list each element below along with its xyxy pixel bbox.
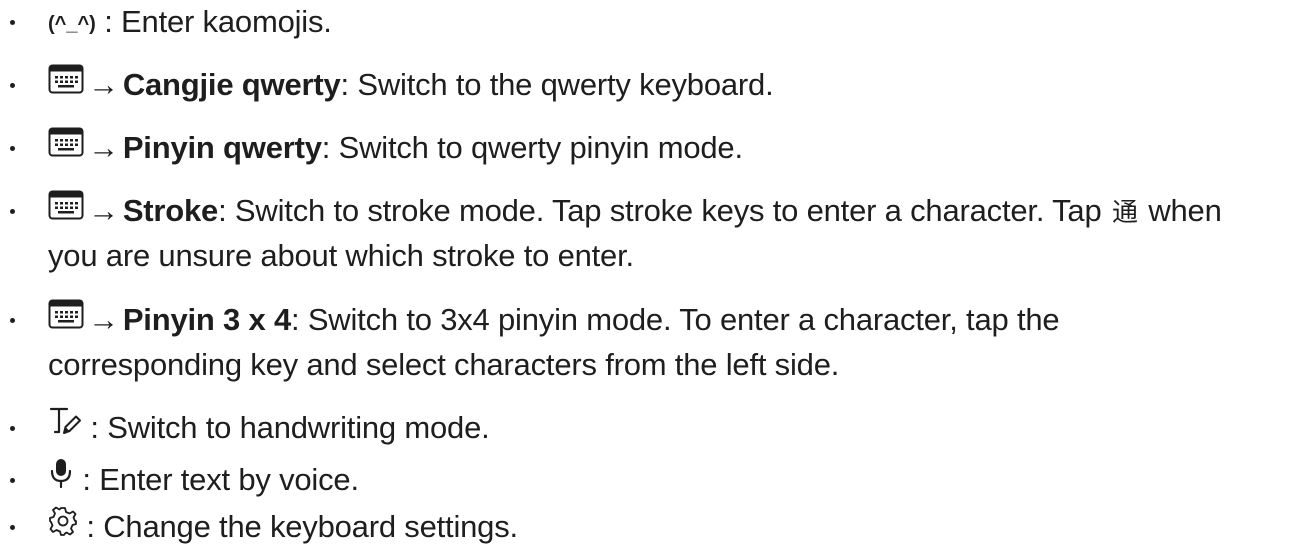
option-name: Pinyin 3 x 4 — [122, 302, 291, 337]
microphone-icon — [48, 457, 74, 500]
arrow: → — [88, 130, 119, 165]
option-name: Cangjie qwerty — [122, 67, 341, 102]
item-description: : Enter kaomojis. — [95, 4, 332, 39]
arrow: → — [88, 302, 119, 337]
list-item-handwriting: : Switch to handwriting mode. — [0, 407, 490, 451]
option-name: Stroke — [122, 193, 219, 228]
bullet — [10, 20, 15, 25]
list-item-pinyin-3x4: → Pinyin 3 x 4: Switch to 3x4 pinyin mode… — [0, 298, 1060, 343]
item-description: : Switch to qwerty pinyin mode. — [321, 130, 743, 165]
list-item-stroke-continued: you are unsure about which stroke to ent… — [0, 235, 634, 277]
item-description: : Switch to the qwerty keyboard. — [340, 67, 774, 102]
bullet — [10, 209, 15, 214]
list-item-stroke: → Stroke: Switch to stroke mode. Tap stro… — [0, 190, 1222, 234]
keyboard-icon — [48, 126, 84, 168]
tong-key-character: 通 — [1112, 198, 1138, 228]
bullet — [10, 146, 15, 151]
item-description: : Change the keyboard settings. — [78, 509, 518, 544]
option-name: Pinyin qwerty — [122, 130, 322, 165]
handwriting-icon — [48, 405, 82, 448]
arrow: → — [88, 67, 119, 102]
keyboard-icon — [48, 63, 84, 105]
keyboard-icon — [48, 189, 84, 231]
item-description: : Enter text by voice. — [74, 462, 359, 497]
bullet — [10, 426, 15, 431]
item-description-continued: corresponding key and select characters … — [48, 347, 840, 382]
item-description: : Switch to stroke mode. Tap stroke keys… — [218, 193, 1110, 228]
list-item-cangjie-qwerty: → Cangjie qwerty: Switch to the qwerty ke… — [0, 64, 774, 108]
bullet — [10, 525, 15, 530]
kaomoji-icon: (^_^) — [48, 13, 96, 35]
item-description: : Switch to handwriting mode. — [82, 410, 490, 445]
list-item-settings: : Change the keyboard settings. — [0, 506, 518, 550]
bullet — [10, 83, 15, 88]
list-item-kaomoji: (^_^) : Enter kaomojis. — [0, 1, 332, 47]
gear-icon — [48, 505, 78, 547]
item-description: : Switch to 3x4 pinyin mode. To enter a … — [291, 302, 1060, 337]
item-description-continued: you are unsure about which stroke to ent… — [48, 238, 634, 273]
item-description-end: when — [1139, 193, 1222, 228]
list-item-pinyin-3x4-continued: corresponding key and select characters … — [0, 344, 839, 386]
bullet — [10, 478, 15, 483]
list-item-pinyin-qwerty: → Pinyin qwerty: Switch to qwerty pinyin … — [0, 127, 743, 171]
list-item-voice: : Enter text by voice. — [0, 459, 359, 503]
keyboard-icon — [48, 298, 84, 340]
bullet — [10, 318, 15, 323]
arrow: → — [88, 193, 119, 228]
